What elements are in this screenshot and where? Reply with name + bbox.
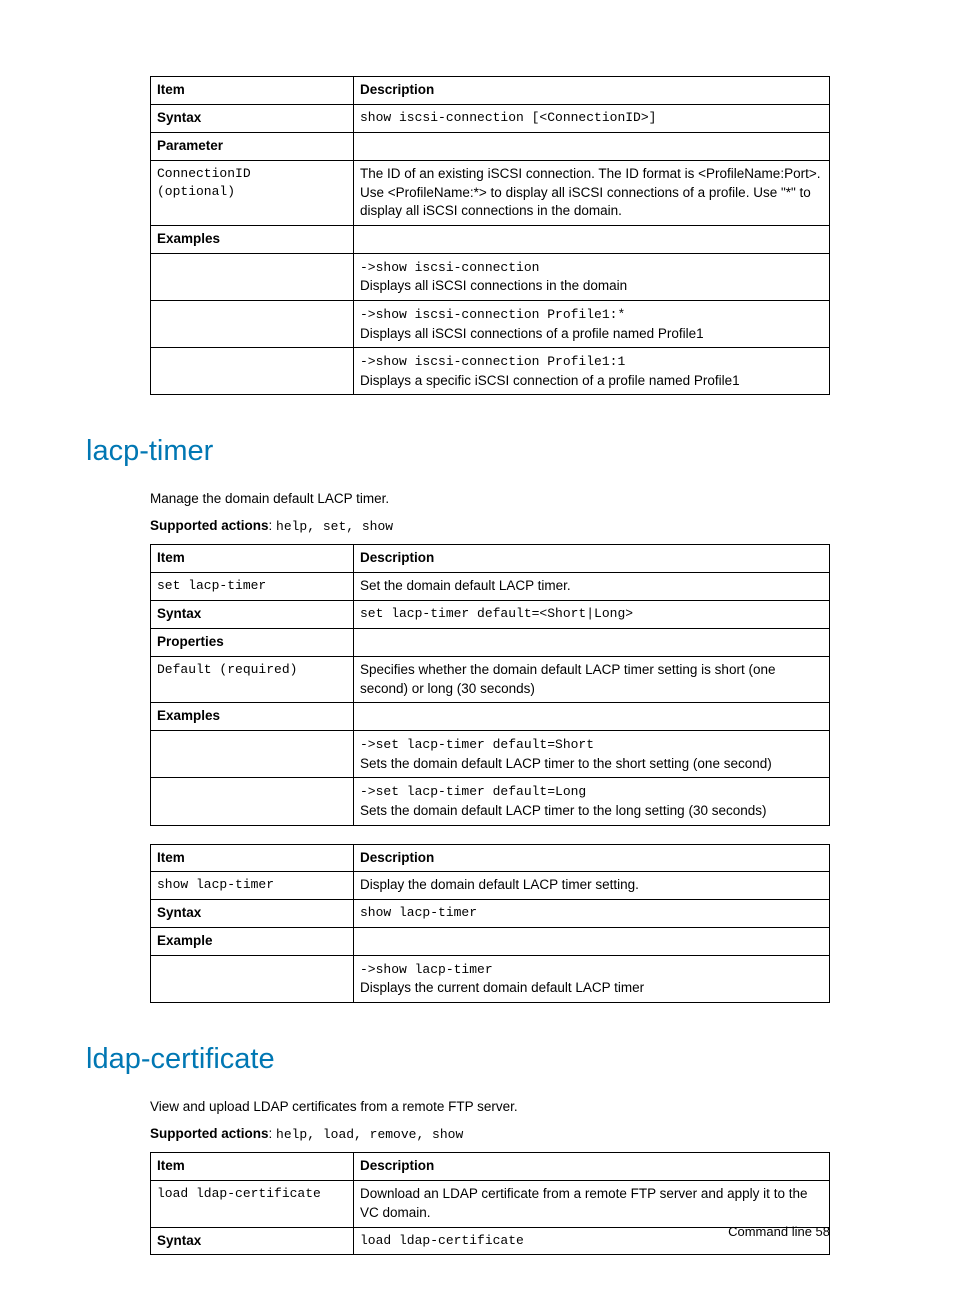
cell-value: Set the domain default LACP timer.: [354, 573, 830, 601]
heading-ldap-certificate: ldap-certificate: [86, 1039, 830, 1080]
cell-label: Syntax: [151, 600, 354, 628]
text: Sets the domain default LACP timer to th…: [360, 756, 772, 771]
cell-label: Examples: [151, 226, 354, 254]
code: ->show lacp-timer: [360, 962, 493, 977]
cell-empty: [151, 731, 354, 778]
cell-value: ->show iscsi-connection Profile1:1 Displ…: [354, 348, 830, 395]
table-show-lacp-timer: Item Description show lacp-timer Display…: [150, 844, 830, 1004]
cell-label: Properties: [151, 628, 354, 656]
text: (optional): [157, 184, 235, 199]
cell-value: ->show iscsi-connection Profile1:* Displ…: [354, 301, 830, 348]
cell-value: Display the domain default LACP timer se…: [354, 872, 830, 900]
cell-value: [354, 703, 830, 731]
text: ConnectionID: [157, 166, 251, 181]
intro-text: View and upload LDAP certificates from a…: [150, 1098, 830, 1117]
cell-value: Specifies whether the domain default LAC…: [354, 656, 830, 703]
cell-label: Example: [151, 928, 354, 956]
cell-value: The ID of an existing iSCSI connection. …: [354, 160, 830, 226]
code: ->show iscsi-connection Profile1:1: [360, 354, 625, 369]
code: ->set lacp-timer default=Long: [360, 784, 586, 799]
cell-label: Parameter: [151, 132, 354, 160]
supported-actions: Supported actions: help, load, remove, s…: [150, 1125, 830, 1144]
table-header: Item: [151, 545, 354, 573]
code: ->set lacp-timer default=Short: [360, 737, 594, 752]
table-header: Description: [354, 1152, 830, 1180]
cell-label: Examples: [151, 703, 354, 731]
cell-value: [354, 132, 830, 160]
table-iscsi-connection: Item Description Syntax show iscsi-conne…: [150, 76, 830, 395]
code: ->show iscsi-connection Profile1:*: [360, 307, 625, 322]
code: ->show iscsi-connection: [360, 260, 539, 275]
table-header: Item: [151, 1152, 354, 1180]
cell-empty: [151, 254, 354, 301]
cell-label: show lacp-timer: [151, 872, 354, 900]
label: Supported actions: [150, 518, 269, 533]
cell-label: load ldap-certificate: [151, 1180, 354, 1227]
intro-text: Manage the domain default LACP timer.: [150, 490, 830, 509]
table-set-lacp-timer: Item Description set lacp-timer Set the …: [150, 544, 830, 825]
table-header: Description: [354, 545, 830, 573]
cell-value: [354, 226, 830, 254]
cell-value: ->set lacp-timer default=Long Sets the d…: [354, 778, 830, 825]
cell-label: Syntax: [151, 900, 354, 928]
cell-value: ->show lacp-timer Displays the current d…: [354, 956, 830, 1003]
cell-value: set lacp-timer default=<Short|Long>: [354, 600, 830, 628]
cell-value: [354, 928, 830, 956]
label: Supported actions: [150, 1126, 269, 1141]
text: Displays all iSCSI connections of a prof…: [360, 326, 704, 341]
cell-value: ->set lacp-timer default=Short Sets the …: [354, 731, 830, 778]
cell-value: ->show iscsi-connection Displays all iSC…: [354, 254, 830, 301]
cell-label: Default (required): [151, 656, 354, 703]
text: Sets the domain default LACP timer to th…: [360, 803, 766, 818]
text: Displays all iSCSI connections in the do…: [360, 278, 627, 293]
table-header: Description: [354, 844, 830, 872]
cell-label: Syntax: [151, 1227, 354, 1255]
cell-value: Download an LDAP certificate from a remo…: [354, 1180, 830, 1227]
cell-empty: [151, 301, 354, 348]
cell-empty: [151, 956, 354, 1003]
cell-value: show iscsi-connection [<ConnectionID>]: [354, 104, 830, 132]
cell-label: set lacp-timer: [151, 573, 354, 601]
cell-value: show lacp-timer: [354, 900, 830, 928]
page-footer: Command line 58: [728, 1223, 830, 1241]
cell-empty: [151, 348, 354, 395]
value: help, load, remove, show: [276, 1127, 463, 1142]
value: help, set, show: [276, 519, 393, 534]
text: Displays a specific iSCSI connection of …: [360, 373, 740, 388]
text: Displays the current domain default LACP…: [360, 980, 644, 995]
table-header: Item: [151, 844, 354, 872]
cell-label: ConnectionID (optional): [151, 160, 354, 226]
heading-lacp-timer: lacp-timer: [86, 431, 830, 472]
cell-empty: [151, 778, 354, 825]
supported-actions: Supported actions: help, set, show: [150, 517, 830, 536]
table-header: Description: [354, 77, 830, 105]
table-header: Item: [151, 77, 354, 105]
cell-label: Syntax: [151, 104, 354, 132]
cell-value: [354, 628, 830, 656]
